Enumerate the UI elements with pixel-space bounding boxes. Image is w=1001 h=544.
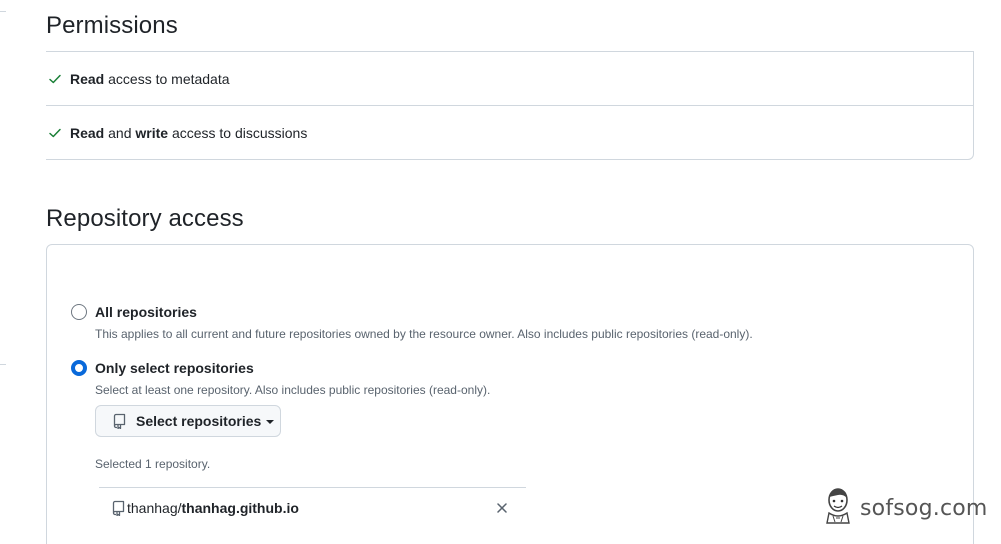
repo-name: thanhag.github.io <box>181 500 299 516</box>
permission-item: Read access to metadata <box>46 52 973 106</box>
close-icon[interactable] <box>496 502 508 514</box>
all-repositories-radio[interactable] <box>71 304 87 320</box>
select-repositories-label: Select repositories <box>136 413 262 429</box>
permission-text: and <box>104 125 136 141</box>
all-repositories-description: This applies to all current and future r… <box>95 327 753 341</box>
selected-repositories-list: thanhag / thanhag.github.io <box>99 487 526 544</box>
edge-divider <box>0 11 6 12</box>
selected-repositories-count: Selected 1 repository. <box>95 457 211 471</box>
check-icon <box>47 125 63 141</box>
repository-access-title: Repository access <box>46 205 244 232</box>
permission-level: Read <box>70 70 105 87</box>
permissions-title: Permissions <box>46 12 178 39</box>
check-icon <box>47 71 63 87</box>
caret-down-icon <box>266 420 275 424</box>
watermark-avatar-icon <box>824 487 852 530</box>
all-repositories-label[interactable]: All repositories <box>95 304 197 320</box>
permission-item: Read and write access to discussions <box>46 106 973 160</box>
only-select-repositories-radio[interactable] <box>71 360 87 376</box>
permission-text: access to discussions <box>168 125 308 141</box>
repo-icon <box>112 413 128 429</box>
only-select-repositories-description: Select at least one repository. Also inc… <box>95 383 491 397</box>
permission-level: Read <box>70 125 105 141</box>
edge-divider <box>0 364 6 365</box>
repo-owner: thanhag <box>127 500 178 516</box>
page: Permissions Read access to metadata Read… <box>0 0 1001 544</box>
permissions-list: Read access to metadata Read and write a… <box>46 51 974 160</box>
permission-text: access to metadata <box>104 70 230 87</box>
repo-icon <box>111 500 127 516</box>
select-repositories-button[interactable]: Select repositories <box>95 405 281 437</box>
watermark: sofsog.com <box>824 487 988 530</box>
watermark-text: sofsog.com <box>860 495 988 521</box>
permission-level: write <box>135 125 169 141</box>
only-select-repositories-label[interactable]: Only select repositories <box>95 360 254 376</box>
list-item: thanhag / thanhag.github.io <box>111 500 299 516</box>
